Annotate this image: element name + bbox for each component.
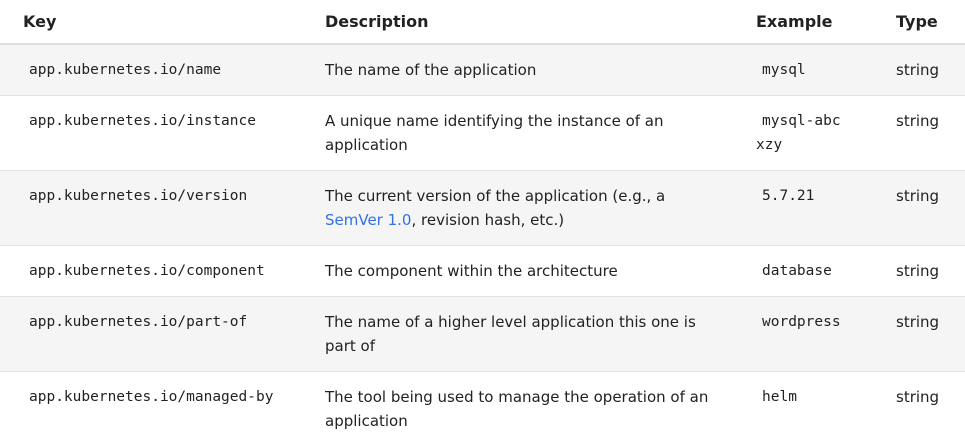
cell-key: app.kubernetes.io/component	[0, 246, 302, 297]
header-key: Key	[0, 0, 302, 44]
cell-type: string	[875, 44, 965, 96]
cell-description: The component within the architecture	[302, 246, 733, 297]
cell-type: string	[875, 246, 965, 297]
table-header: Key Description Example Type	[0, 0, 965, 44]
table-row: app.kubernetes.io/version The current ve…	[0, 171, 965, 246]
header-description: Description	[302, 0, 733, 44]
table-row: app.kubernetes.io/name The name of the a…	[0, 44, 965, 96]
semver-link[interactable]: SemVer 1.0	[325, 211, 411, 229]
table-row: app.kubernetes.io/instance A unique name…	[0, 96, 965, 171]
cell-description: The tool being used to manage the operat…	[302, 372, 733, 446]
cell-type: string	[875, 372, 965, 446]
cell-type: string	[875, 171, 965, 246]
cell-key: app.kubernetes.io/part-of	[0, 297, 302, 372]
cell-key: app.kubernetes.io/name	[0, 44, 302, 96]
cell-example: mysql	[733, 44, 875, 96]
cell-example: mysql-abcxzy	[733, 96, 875, 171]
cell-type: string	[875, 297, 965, 372]
table-row: app.kubernetes.io/part-of The name of a …	[0, 297, 965, 372]
cell-description: A unique name identifying the instance o…	[302, 96, 733, 171]
cell-type: string	[875, 96, 965, 171]
header-example: Example	[733, 0, 875, 44]
description-text: The current version of the application (…	[325, 187, 665, 205]
labels-table: Key Description Example Type app.kuberne…	[0, 0, 965, 446]
description-text: , revision hash, etc.)	[411, 211, 564, 229]
cell-example: database	[733, 246, 875, 297]
cell-description: The current version of the application (…	[302, 171, 733, 246]
cell-description: The name of a higher level application t…	[302, 297, 733, 372]
cell-key: app.kubernetes.io/managed-by	[0, 372, 302, 446]
cell-description: The name of the application	[302, 44, 733, 96]
header-type: Type	[875, 0, 965, 44]
cell-example: helm	[733, 372, 875, 446]
cell-example: wordpress	[733, 297, 875, 372]
cell-key: app.kubernetes.io/instance	[0, 96, 302, 171]
table-body: app.kubernetes.io/name The name of the a…	[0, 44, 965, 446]
header-row: Key Description Example Type	[0, 0, 965, 44]
cell-example: 5.7.21	[733, 171, 875, 246]
table-row: app.kubernetes.io/managed-by The tool be…	[0, 372, 965, 446]
cell-key: app.kubernetes.io/version	[0, 171, 302, 246]
table-row: app.kubernetes.io/component The componen…	[0, 246, 965, 297]
